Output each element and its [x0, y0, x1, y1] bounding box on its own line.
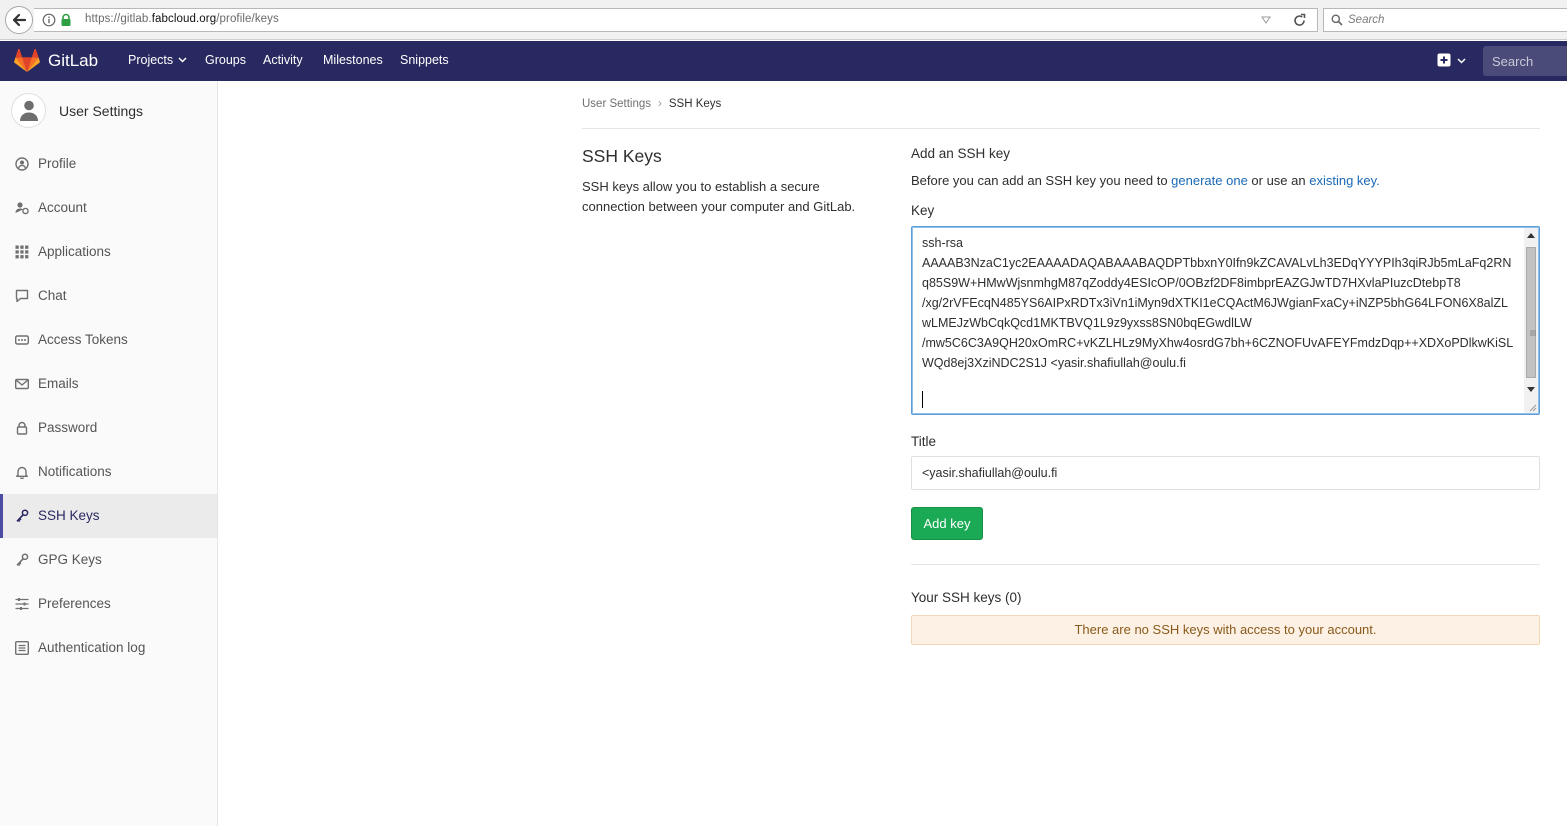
lock-icon — [16, 421, 28, 435]
nav-groups[interactable]: Groups — [205, 53, 246, 67]
chat-icon — [15, 289, 29, 303]
sidebar-item-emails[interactable]: Emails — [0, 362, 217, 406]
search-icon — [1331, 14, 1343, 26]
sidebar-title: User Settings — [59, 103, 144, 119]
nav-milestones[interactable]: Milestones — [323, 53, 383, 67]
account-icon — [15, 202, 29, 215]
sidebar-item-access-tokens[interactable]: Access Tokens — [0, 318, 217, 362]
address-bar[interactable]: https://gitlab.fabcloud.org/profile/keys — [34, 8, 1318, 32]
sidebar-item-password[interactable]: Password — [0, 406, 217, 450]
page-description: SSH keys allow you to establish a secure… — [582, 179, 856, 214]
brand-name[interactable]: GitLab — [48, 51, 98, 71]
arrow-left-icon — [12, 13, 27, 27]
avatar — [11, 93, 46, 128]
sidebar-header[interactable]: User Settings — [0, 81, 217, 141]
applications-icon — [15, 245, 29, 259]
sidebar-item-label: Emails — [38, 376, 79, 391]
sidebar-item-label: Preferences — [38, 596, 111, 611]
reload-icon[interactable] — [1292, 13, 1307, 28]
sidebar-item-applications[interactable]: Applications — [0, 230, 217, 274]
generate-one-link[interactable]: generate one — [1171, 173, 1248, 188]
title-input[interactable] — [911, 456, 1540, 490]
top-navbar: GitLab Projects Groups Activity Mileston… — [0, 41, 1567, 81]
dropdown-arrow-icon[interactable] — [1261, 16, 1271, 24]
textarea-scrollbar[interactable] — [1524, 228, 1538, 413]
existing-key-link[interactable]: existing key. — [1309, 173, 1380, 188]
gitlab-logo-icon[interactable] — [14, 49, 40, 73]
browser-search-input[interactable] — [1348, 12, 1548, 28]
sidebar-item-label: Notifications — [38, 464, 112, 479]
add-key-heading: Add an SSH key — [911, 146, 1011, 161]
add-key-button[interactable]: Add key — [911, 507, 983, 540]
nav-search-input[interactable] — [1492, 53, 1567, 69]
access-tokens-icon — [15, 335, 29, 345]
info-icon[interactable] — [42, 13, 56, 27]
sidebar-item-label: SSH Keys — [38, 508, 100, 523]
your-keys-heading: Your SSH keys (0) — [911, 590, 1022, 605]
scroll-up-arrow-icon[interactable] — [1527, 232, 1535, 238]
sidebar-item-label: GPG Keys — [38, 552, 102, 567]
sidebar-item-authentication-log[interactable]: Authentication log — [0, 626, 217, 670]
chevron-down-icon — [178, 57, 187, 63]
text-cursor — [922, 391, 923, 408]
sidebar-item-label: Chat — [38, 288, 67, 303]
key-icon — [16, 509, 29, 523]
divider — [911, 564, 1540, 565]
browser-search-box[interactable] — [1323, 8, 1567, 32]
nav-search-box[interactable] — [1483, 46, 1567, 76]
sidebar-item-notifications[interactable]: Notifications — [0, 450, 217, 494]
sidebar-item-gpg-keys[interactable]: GPG Keys — [0, 538, 217, 582]
emails-icon — [15, 378, 29, 390]
profile-icon — [15, 157, 29, 171]
title-label: Title — [911, 434, 937, 449]
breadcrumb-parent-link[interactable]: User Settings — [582, 98, 651, 110]
key-textarea[interactable]: ssh-rsa AAAAB3NzaC1yc2EAAAADAQABAAABAQDP… — [911, 226, 1540, 415]
sliders-icon — [15, 598, 29, 610]
list-icon — [15, 641, 29, 655]
bell-icon — [16, 466, 28, 479]
chevron-down-icon[interactable] — [1457, 58, 1466, 64]
breadcrumb: User Settings › SSH Keys — [582, 98, 721, 110]
sidebar-item-label: Profile — [38, 156, 77, 171]
sidebar-item-label: Applications — [38, 244, 111, 259]
scroll-down-arrow-icon[interactable] — [1527, 387, 1535, 393]
sidebar-item-profile[interactable]: Profile — [0, 142, 217, 186]
browser-toolbar: https://gitlab.fabcloud.org/profile/keys — [0, 0, 1567, 40]
sidebar-item-label: Account — [38, 200, 87, 215]
sidebar-item-label: Authentication log — [38, 640, 146, 655]
breadcrumb-current[interactable]: SSH Keys — [669, 98, 721, 110]
resize-grip-icon[interactable] — [1528, 403, 1537, 412]
plus-square-icon[interactable] — [1437, 53, 1451, 67]
key-icon — [16, 553, 29, 567]
add-key-instructions: Before you can add an SSH key you need t… — [911, 173, 1380, 188]
divider — [582, 128, 1540, 129]
sidebar-item-ssh-keys[interactable]: SSH Keys — [0, 494, 217, 538]
key-label: Key — [911, 203, 935, 218]
settings-sidebar: User Settings Profile Account Applicatio… — [0, 81, 218, 826]
grip-icon — [1530, 330, 1536, 336]
nav-snippets[interactable]: Snippets — [400, 53, 449, 67]
browser-back-button[interactable] — [5, 6, 33, 34]
sidebar-item-label: Access Tokens — [38, 332, 128, 347]
padlock-icon[interactable] — [60, 13, 72, 27]
page-title: SSH Keys — [582, 146, 662, 166]
chevron-right-icon: › — [658, 98, 662, 110]
key-textarea-value[interactable]: ssh-rsa AAAAB3NzaC1yc2EAAAADAQABAAABAQDP… — [922, 233, 1516, 373]
empty-keys-alert: There are no SSH keys with access to you… — [911, 615, 1540, 645]
sidebar-item-account[interactable]: Account — [0, 186, 217, 230]
nav-projects[interactable]: Projects — [128, 53, 187, 67]
sidebar-item-label: Password — [38, 420, 98, 435]
sidebar-item-preferences[interactable]: Preferences — [0, 582, 217, 626]
url-text[interactable]: https://gitlab.fabcloud.org/profile/keys — [85, 13, 279, 25]
nav-activity[interactable]: Activity — [263, 53, 303, 67]
user-icon — [20, 100, 38, 121]
scrollbar-thumb[interactable] — [1526, 247, 1536, 378]
sidebar-item-chat[interactable]: Chat — [0, 274, 217, 318]
